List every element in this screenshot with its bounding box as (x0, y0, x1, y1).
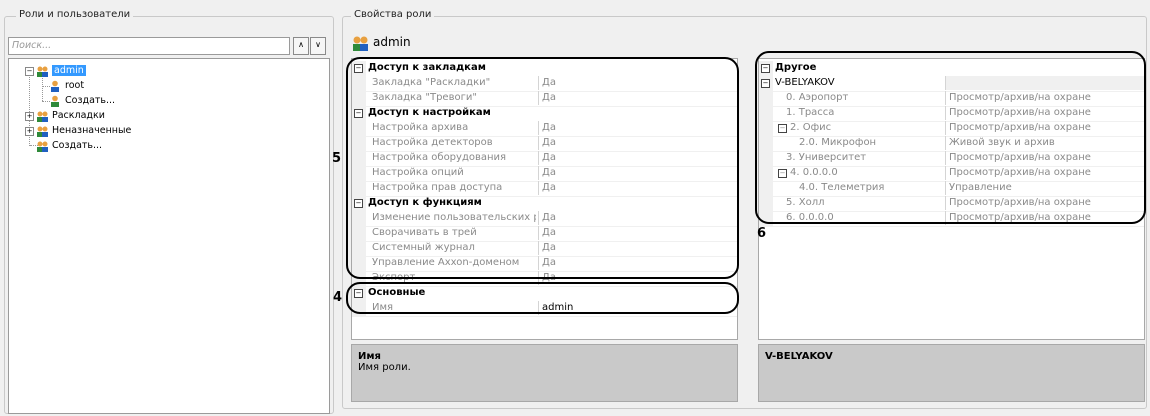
permissions-description: Имя Имя роли. (351, 344, 738, 402)
role-add-icon (36, 140, 49, 152)
tree-node-label: admin (52, 65, 86, 76)
user-add-icon (49, 95, 62, 107)
roles-panel: Роли и пользователи Поиск... ∧ ∨ (0, 0, 335, 416)
role-icon (36, 65, 49, 77)
tree-line (42, 78, 43, 101)
callout-label-5: 5 (332, 151, 342, 166)
tree-node-create-role[interactable]: Создать... (36, 139, 102, 152)
role-properties-title: Свойства роли (351, 9, 435, 20)
callout-oval-4 (346, 282, 739, 314)
objects-description: V-BELYAKOV (758, 344, 1145, 402)
description-text: Имя роли. (358, 362, 411, 373)
role-icon (352, 35, 370, 51)
callout-oval-6 (755, 51, 1146, 224)
callout-oval-5 (346, 57, 739, 279)
tree-node-label: Создать... (65, 95, 116, 106)
expand-unassigned-toggle[interactable]: + (25, 127, 34, 136)
role-header: admin (352, 33, 411, 51)
tree-node-root[interactable]: root (49, 79, 84, 92)
callout-label-4: 4 (333, 290, 343, 305)
user-icon (49, 80, 62, 92)
tree-node-admin[interactable]: admin (36, 64, 86, 77)
description-title: V-BELYAKOV (765, 351, 833, 362)
roles-panel-title: Роли и пользователи (16, 9, 134, 20)
tree-node-unassigned[interactable]: Неназначенные (36, 124, 131, 137)
tree-node-create-user[interactable]: Создать... (49, 94, 115, 107)
search-prev-button[interactable]: ∧ (293, 37, 309, 55)
tree-node-label: Неназначенные (52, 125, 132, 136)
role-name-label: admin (373, 35, 411, 49)
tree-node-label: Раскладки (52, 110, 105, 121)
callout-label-6: 6 (757, 226, 767, 241)
tree-node-label: Создать... (52, 140, 103, 151)
role-icon (36, 125, 49, 137)
description-title: Имя (358, 351, 381, 362)
role-icon (36, 110, 49, 122)
expand-layouts-toggle[interactable]: + (25, 112, 34, 121)
search-input[interactable]: Поиск... (8, 37, 290, 55)
search-next-button[interactable]: ∨ (310, 37, 326, 55)
tree-node-layouts[interactable]: Раскладки (36, 109, 105, 122)
tree-node-label: root (65, 80, 85, 91)
expand-admin-toggle[interactable]: − (25, 67, 34, 76)
